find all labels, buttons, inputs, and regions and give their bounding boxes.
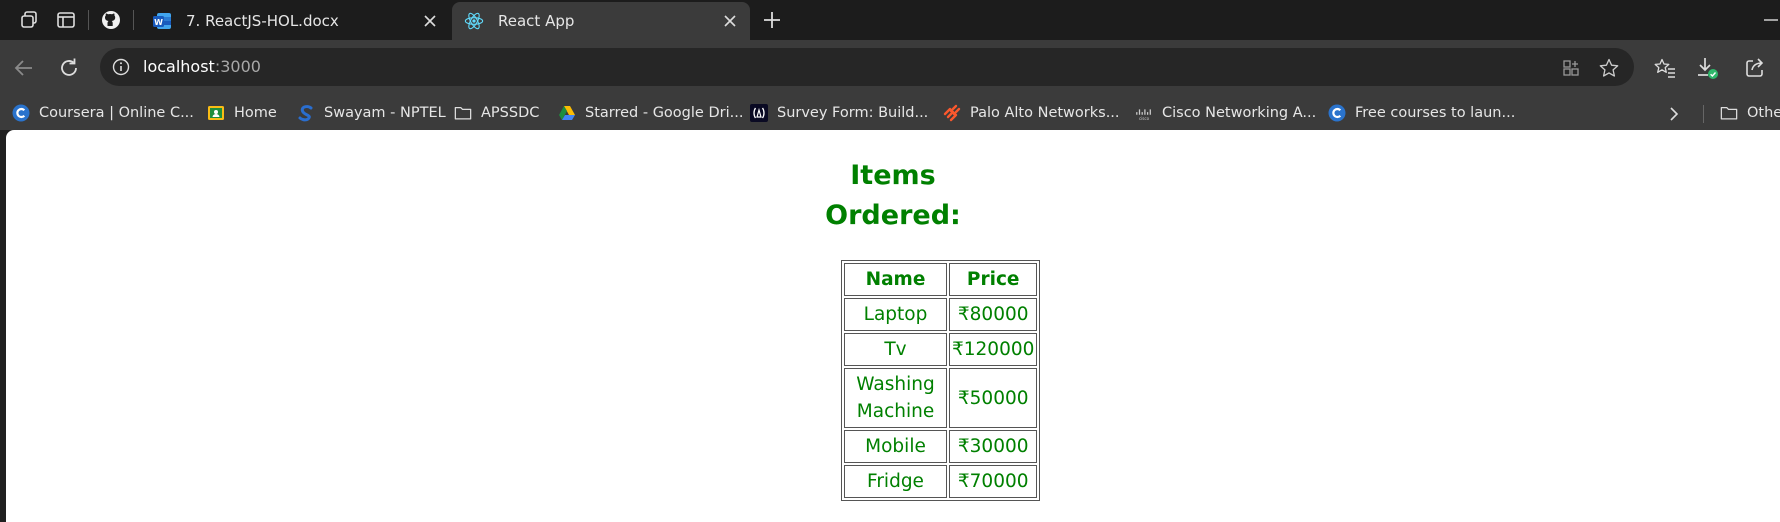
heading-line: Items (850, 160, 936, 191)
svg-text:cisco: cisco (1139, 116, 1150, 121)
svg-text:W: W (154, 18, 163, 27)
bookmark-google-drive[interactable]: Starred - Google Dri... (558, 102, 743, 124)
table-row: Laptop ₹80000 (844, 298, 1038, 331)
tab-title: React App (498, 12, 575, 30)
column-header-price: Price (949, 263, 1038, 296)
table-row: Tv ₹120000 (844, 333, 1038, 366)
bookmark-label: Palo Alto Networks... (970, 105, 1120, 121)
item-price: ₹80000 (949, 298, 1038, 331)
coursera-icon (12, 104, 30, 122)
item-name: Laptop (844, 298, 947, 331)
bookmark-label: APSSDC (481, 105, 540, 121)
react-icon (464, 11, 484, 31)
bookmark-coursera[interactable]: Coursera | Online C... (12, 102, 194, 124)
app-available-icon[interactable] (1560, 57, 1582, 79)
coursera-icon (1328, 104, 1346, 122)
folder-icon (1720, 104, 1738, 122)
table-header-row: Name Price (844, 263, 1038, 296)
item-name: Mobile (844, 430, 947, 463)
cisco-icon: cisco (1135, 104, 1153, 122)
tab-word-document[interactable]: W 7. ReactJS-HOL.docx (140, 2, 450, 40)
tab-react-app[interactable]: React App (452, 2, 750, 40)
word-icon: W (152, 11, 172, 31)
bookmark-survey-form[interactable]: Survey Form: Build... (750, 102, 928, 124)
freecodecamp-icon (750, 104, 768, 122)
bookmark-label: Swayam - NPTEL (324, 105, 446, 121)
tab-strip: W 7. ReactJS-HOL.docx React App (0, 0, 1780, 40)
bookmark-palo-alto[interactable]: Palo Alto Networks... (943, 102, 1120, 124)
bookmark-label: Free courses to laun... (1355, 105, 1516, 121)
swayam-icon (297, 104, 315, 122)
bookmark-label: Survey Form: Build... (777, 105, 929, 121)
refresh-icon[interactable] (55, 54, 83, 82)
other-favorites[interactable]: Othe (1720, 102, 1780, 124)
vertical-tabs-icon[interactable] (53, 8, 79, 32)
other-favorites-label: Othe (1747, 105, 1780, 121)
item-price: ₹30000 (949, 430, 1038, 463)
page-viewport: Items Ordered: Name Price Laptop ₹80000 … (6, 130, 1780, 522)
url-port: :3000 (214, 57, 261, 76)
bookmarks-bar: Coursera | Online C... Home Swayam - NPT… (0, 96, 1780, 130)
url-host: localhost (143, 57, 215, 76)
table-row: Fridge ₹70000 (844, 465, 1038, 498)
bookmark-apssdc[interactable]: APSSDC (454, 102, 539, 124)
bookmark-free-courses[interactable]: Free courses to laun... (1328, 102, 1515, 124)
bookmark-label: Cisco Networking A... (1162, 105, 1317, 121)
tab-separator (88, 10, 89, 30)
item-price: ₹50000 (949, 368, 1038, 428)
address-bar[interactable]: localhost:3000 (100, 48, 1634, 86)
item-price: ₹70000 (949, 465, 1038, 498)
bookmark-home[interactable]: Home (207, 102, 277, 124)
items-table: Name Price Laptop ₹80000 Tv ₹120000 Wash… (841, 260, 1041, 501)
table-row: Mobile ₹30000 (844, 430, 1038, 463)
downloads-icon[interactable] (1693, 54, 1721, 82)
github-icon[interactable] (98, 8, 124, 32)
close-tab-icon[interactable] (720, 11, 740, 31)
back-icon[interactable] (10, 54, 38, 82)
column-header-name: Name (844, 263, 947, 296)
tab-separator (133, 10, 134, 30)
page-heading: Items Ordered: (6, 156, 1780, 236)
new-tab-icon[interactable] (760, 8, 784, 32)
bookmark-cisco[interactable]: cisco Cisco Networking A... (1135, 102, 1316, 124)
bookmark-swayam[interactable]: Swayam - NPTEL (297, 102, 446, 124)
bookmarks-separator (1703, 105, 1704, 123)
item-name: Fridge (844, 465, 947, 498)
minimize-icon[interactable] (1764, 8, 1778, 32)
workspaces-icon[interactable] (16, 8, 42, 32)
table-row: Washing Machine ₹50000 (844, 368, 1038, 428)
item-name: Tv (844, 333, 947, 366)
bookmark-label: Home (234, 105, 277, 121)
share-icon[interactable] (1741, 54, 1769, 82)
item-price: ₹120000 (949, 333, 1038, 366)
favorite-star-icon[interactable] (1598, 57, 1620, 79)
url-text[interactable]: localhost:3000 (143, 57, 261, 76)
more-bookmarks-chevron-icon[interactable] (1664, 104, 1684, 124)
site-info-icon[interactable] (110, 56, 132, 78)
bookmark-label: Starred - Google Dri... (585, 105, 744, 121)
heading-line: Ordered: (825, 200, 961, 231)
classroom-icon (207, 104, 225, 122)
favorites-icon[interactable] (1651, 54, 1679, 82)
browser-toolbar: localhost:3000 (0, 40, 1780, 96)
palo-alto-icon (943, 104, 961, 122)
close-tab-icon[interactable] (420, 11, 440, 31)
folder-icon (454, 104, 472, 122)
google-drive-icon (558, 104, 576, 122)
item-name: Washing Machine (844, 368, 947, 428)
tab-title: 7. ReactJS-HOL.docx (186, 12, 339, 30)
bookmark-label: Coursera | Online C... (39, 105, 194, 121)
